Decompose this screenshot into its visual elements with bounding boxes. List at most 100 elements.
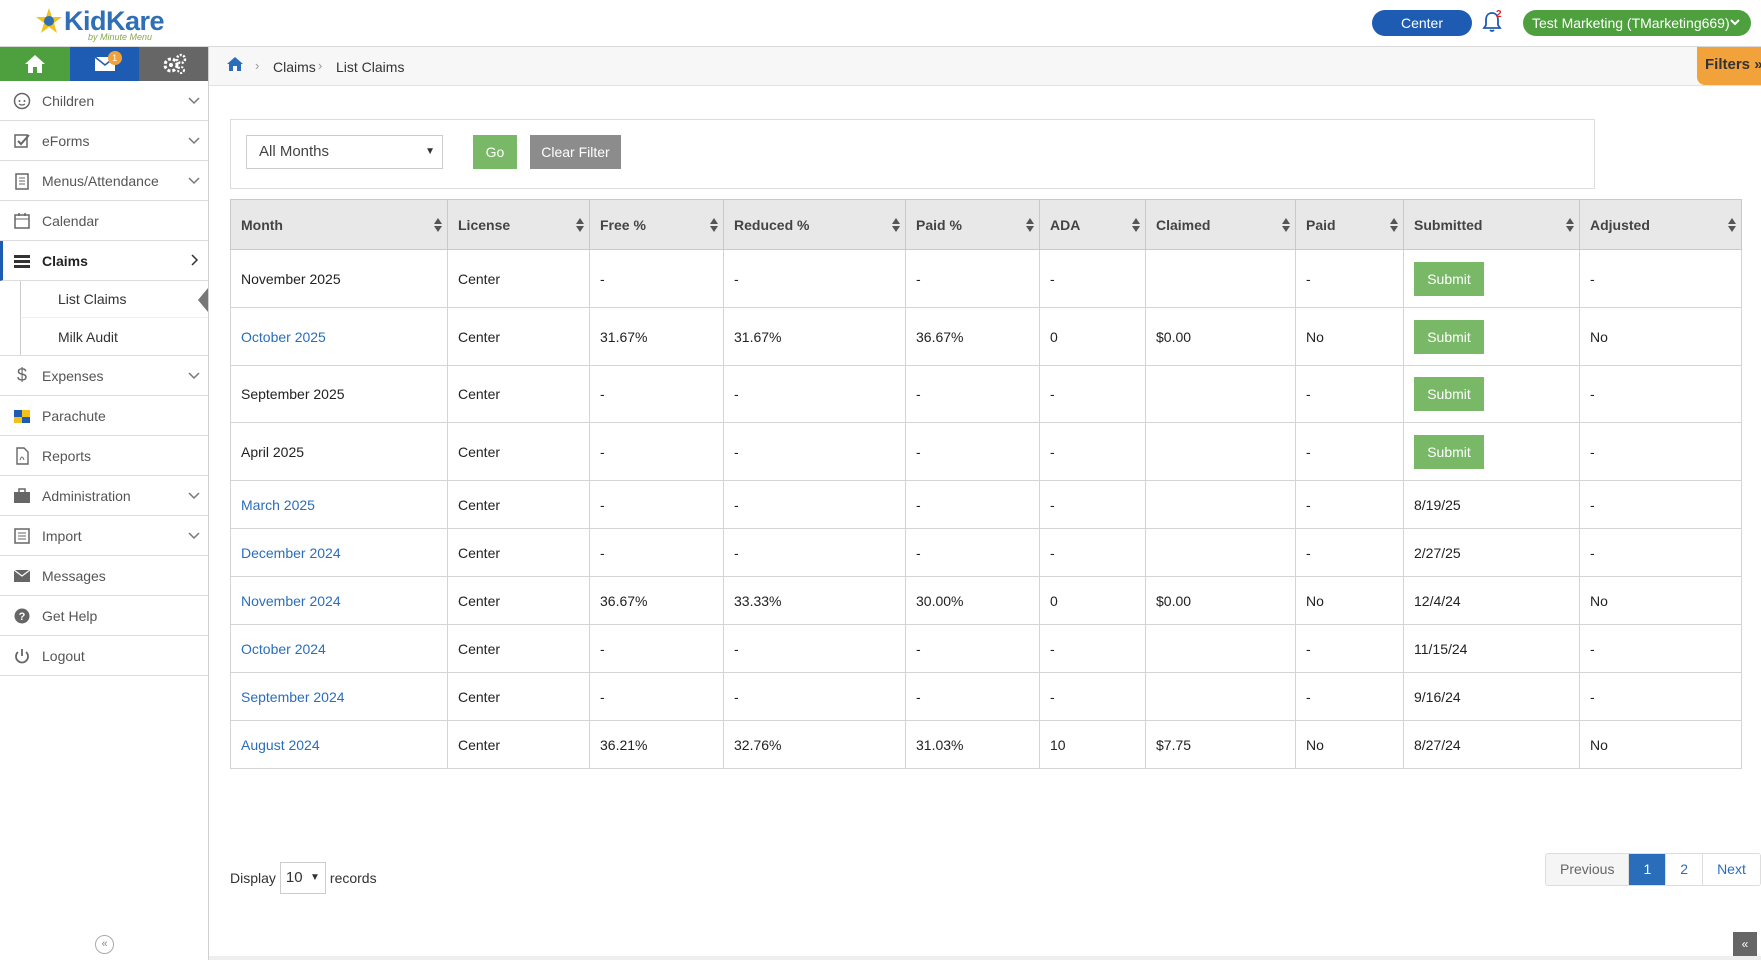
chevron-down-icon (188, 177, 200, 185)
table-cell-paid: - (1295, 528, 1404, 577)
cell-text: Center (458, 736, 501, 753)
column-header[interactable]: Submitted (1403, 199, 1580, 250)
home-icon[interactable] (226, 56, 244, 72)
column-header[interactable]: Claimed (1145, 199, 1296, 250)
table-cell-claimed (1145, 249, 1296, 308)
sort-icon (892, 218, 900, 232)
table-cell-claimed (1145, 480, 1296, 529)
submit-claim-button[interactable]: Submit (1414, 377, 1484, 411)
sidebar-item-get-help[interactable]: ? Get Help (0, 596, 208, 636)
sidebar-item-label: Administration (42, 487, 131, 504)
table-cell-license: Center (447, 576, 590, 625)
clear-filter-button[interactable]: Clear Filter (530, 135, 621, 169)
dollar-icon: $ (16, 365, 27, 385)
cell-text: March 2025 (241, 496, 315, 513)
home-tab[interactable] (0, 47, 70, 81)
table-cell-free: - (589, 672, 724, 721)
sidebar-item-children[interactable]: Children (0, 81, 208, 121)
sidebar-item-expenses[interactable]: $ Expenses (0, 356, 208, 396)
account-menu-button[interactable]: Test Marketing (TMarketing669) (1523, 10, 1751, 36)
table-cell-reduced: - (723, 528, 906, 577)
sidebar-item-calendar[interactable]: Calendar (0, 201, 208, 241)
table-cell-adjusted: - (1579, 365, 1742, 423)
sidebar-item-messages[interactable]: Messages (0, 556, 208, 596)
cell-text: - (734, 544, 739, 561)
sidebar-item-parachute[interactable]: Parachute (0, 396, 208, 436)
table-cell-claimed: $0.00 (1145, 307, 1296, 366)
table-cell-month-link[interactable]: October 2024 (230, 624, 448, 673)
import-icon (12, 526, 32, 546)
pagination-page-1[interactable]: 1 (1629, 854, 1667, 885)
sidebar-subitem-label: List Claims (58, 291, 127, 307)
kidkare-logo[interactable]: KidKare by Minute Menu (34, 4, 174, 42)
page-size-select[interactable]: 10 ▼ (279, 862, 326, 894)
mail-tab[interactable]: 1 (69, 47, 140, 81)
column-header[interactable]: ADA (1039, 199, 1146, 250)
breadcrumb-claims[interactable]: Claims (273, 59, 316, 75)
filters-toggle[interactable]: Filters » (1697, 47, 1761, 85)
cell-text: 10 (1050, 736, 1066, 753)
sidebar-item-claims[interactable]: Claims (0, 241, 208, 281)
column-header[interactable]: Paid (1295, 199, 1404, 250)
pagination-page-2[interactable]: 2 (1666, 854, 1704, 885)
column-header[interactable]: License (447, 199, 590, 250)
go-button[interactable]: Go (473, 135, 517, 169)
table-cell-adjusted: - (1579, 624, 1742, 673)
pagination-next[interactable]: Next (1703, 854, 1760, 885)
table-cell-month-link[interactable]: March 2025 (230, 480, 448, 529)
notifications-button[interactable]: 2 (1482, 9, 1504, 35)
sidebar-subitem-list-claims[interactable]: List Claims (20, 281, 208, 318)
submit-claim-button[interactable]: Submit (1414, 261, 1484, 296)
cell-text: - (600, 688, 605, 705)
column-header[interactable]: Adjusted (1579, 199, 1742, 250)
table-cell-month-link[interactable]: September 2024 (230, 672, 448, 721)
home-icon (24, 55, 45, 73)
table-cell-submitted: 2/27/25 (1403, 528, 1580, 577)
table-cell-claimed: $7.75 (1145, 720, 1296, 769)
sidebar-item-eforms[interactable]: eForms (0, 121, 208, 161)
column-header[interactable]: Month (230, 199, 448, 250)
cell-text: 36.67% (916, 328, 964, 345)
sort-icon (1132, 218, 1140, 232)
cell-text: September 2024 (241, 688, 345, 705)
sidebar-item-label: Logout (42, 647, 85, 664)
cell-text: September 2025 (241, 386, 345, 402)
settings-tab[interactable] (139, 47, 209, 81)
cell-text: No (1590, 592, 1608, 609)
sidebar-item-menus-attendance[interactable]: Menus/Attendance (0, 161, 208, 201)
collapse-sidebar-button[interactable]: « (95, 935, 114, 954)
column-header[interactable]: Free % (589, 199, 724, 250)
table-cell-month-link[interactable]: October 2025 (230, 307, 448, 366)
sidebar-item-reports[interactable]: Reports (0, 436, 208, 476)
cell-text: 36.67% (600, 592, 648, 609)
table-cell-reduced: 32.76% (723, 720, 906, 769)
table-cell-paid: No (1295, 576, 1404, 625)
cell-text: - (734, 443, 739, 460)
center-button[interactable]: Center (1372, 10, 1472, 36)
month-select[interactable]: All Months ▼ (246, 135, 443, 169)
submit-claim-button[interactable]: Submit (1414, 319, 1484, 354)
sidebar-subitem-milk-audit[interactable]: Milk Audit (20, 318, 208, 355)
column-header[interactable]: Reduced % (723, 199, 906, 250)
cell-text: - (600, 443, 605, 460)
submit-claim-button[interactable]: Submit (1414, 434, 1484, 469)
column-header-label: Submitted (1414, 216, 1483, 233)
table-cell-month-link[interactable]: August 2024 (230, 720, 448, 769)
table-cell-adjusted: No (1579, 720, 1742, 769)
sidebar-item-administration[interactable]: Administration (0, 476, 208, 516)
scroll-to-top-button[interactable]: « (1733, 932, 1757, 956)
sidebar-item-logout[interactable]: Logout (0, 636, 208, 676)
table-cell-paid-pct: - (905, 249, 1040, 308)
table-cell-submitted: 11/15/24 (1403, 624, 1580, 673)
column-header[interactable]: Paid % (905, 199, 1040, 250)
table-cell-month-link[interactable]: December 2024 (230, 528, 448, 577)
table-row: November 2025 Center - - - - - Submit - (230, 249, 1742, 308)
sidebar-item-import[interactable]: Import (0, 516, 208, 556)
column-header-label: Free % (600, 216, 646, 233)
pagination-previous[interactable]: Previous (1546, 854, 1630, 885)
cell-text: 31.67% (600, 328, 648, 345)
cell-text: 0 (1050, 328, 1058, 345)
table-cell-month-link[interactable]: November 2024 (230, 576, 448, 625)
sidebar-item-label: Parachute (42, 407, 106, 424)
cell-text: - (916, 640, 921, 657)
